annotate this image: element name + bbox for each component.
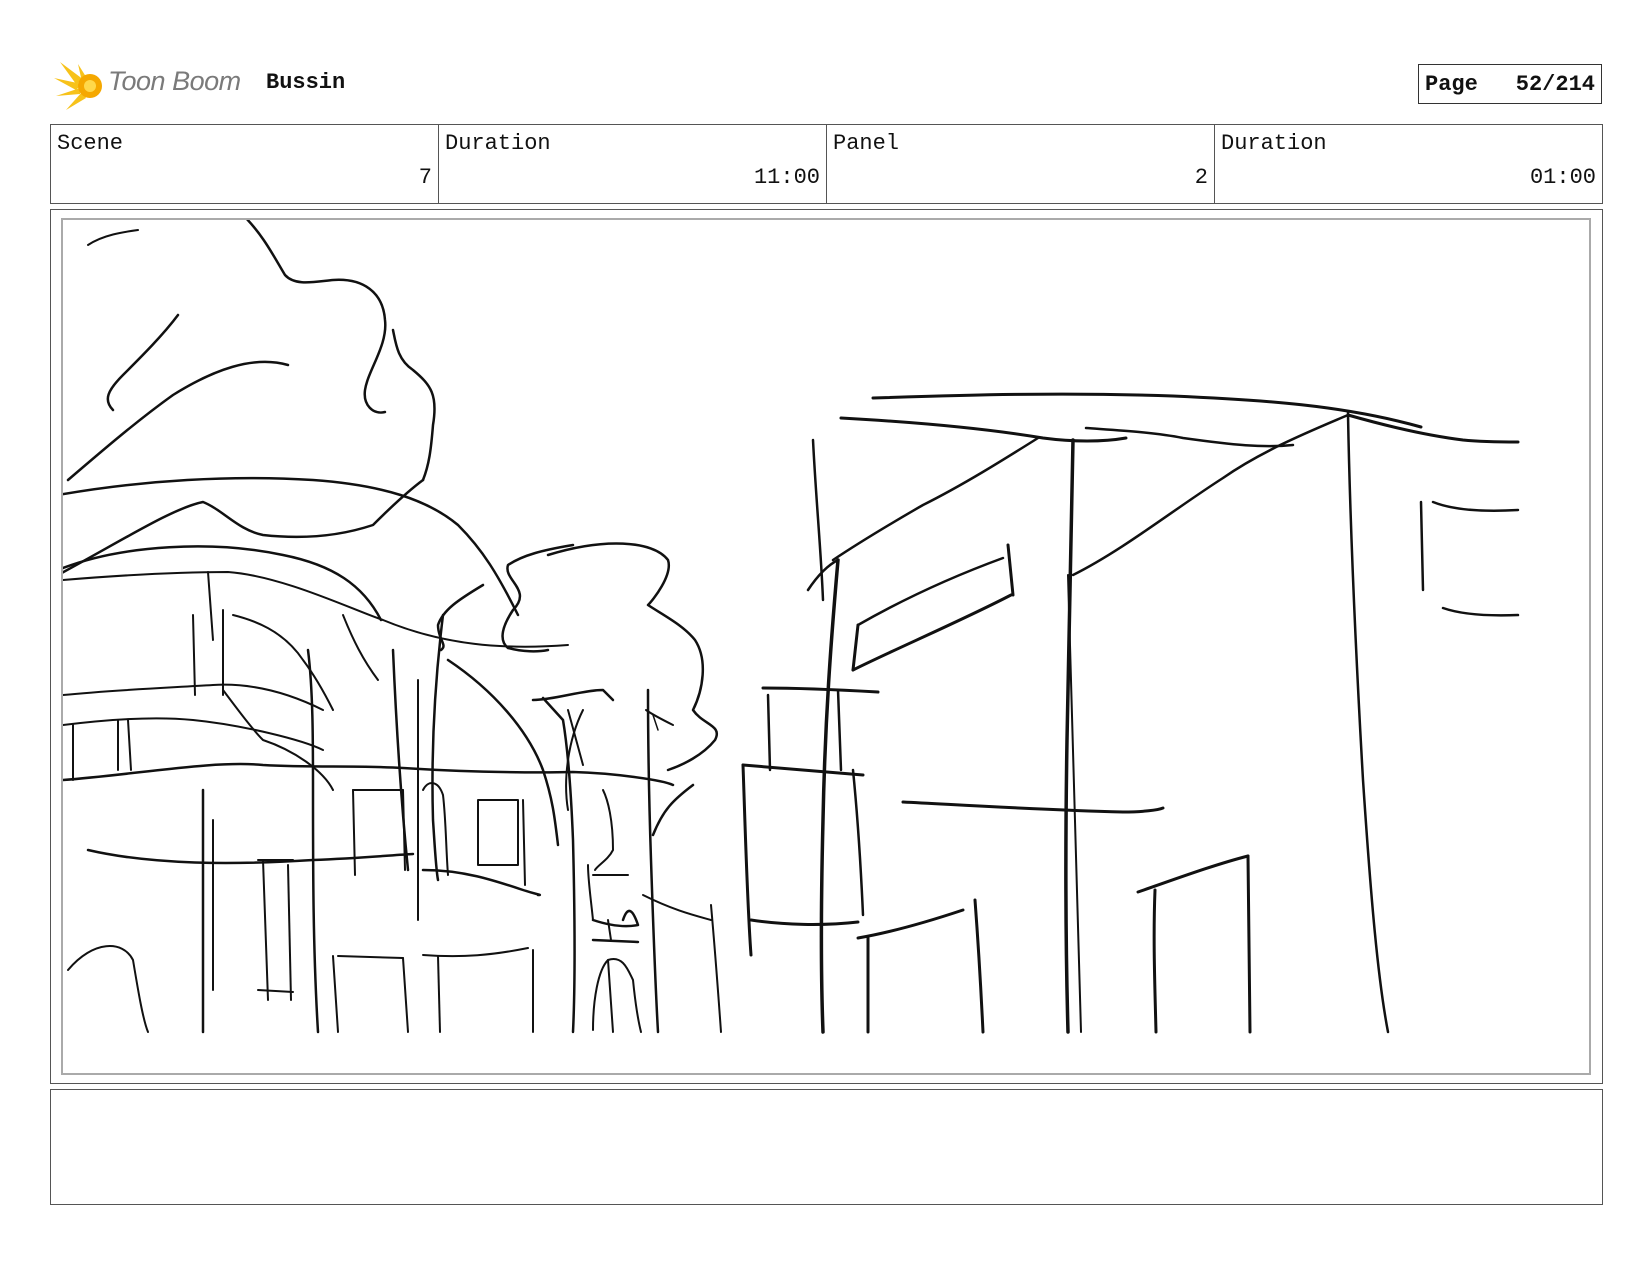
project-title: Bussin xyxy=(266,70,346,95)
panel-info-row: Scene 7 Duration 11:00 Panel 2 Duration … xyxy=(50,124,1603,204)
page-indicator: Page 52/214 xyxy=(1418,64,1602,104)
panel-duration-value: 01:00 xyxy=(1529,165,1596,190)
toon-boom-logo: Toon Boom xyxy=(54,58,254,114)
panel-label: Panel xyxy=(833,131,900,156)
scene-value: 7 xyxy=(418,165,432,190)
scene-duration-cell: Duration 11:00 xyxy=(439,125,827,203)
panel-notes-box xyxy=(50,1089,1603,1205)
panel-duration-label: Duration xyxy=(1221,131,1327,156)
scene-label: Scene xyxy=(57,131,124,156)
scene-duration-value: 11:00 xyxy=(753,165,820,190)
panel-frame xyxy=(61,218,1591,1075)
sketch-drawing xyxy=(63,220,1520,1034)
starburst-icon xyxy=(54,62,102,110)
panel-cell: Panel 2 xyxy=(827,125,1215,203)
panel-duration-cell: Duration 01:00 xyxy=(1215,125,1602,203)
storyboard-panel xyxy=(50,209,1603,1084)
scene-cell: Scene 7 xyxy=(51,125,439,203)
scene-duration-label: Duration xyxy=(445,131,551,156)
logo-text: Toon Boom xyxy=(108,66,241,96)
page-number: 52/214 xyxy=(1515,71,1595,97)
page-label: Page xyxy=(1425,71,1478,97)
panel-value: 2 xyxy=(1194,165,1208,190)
